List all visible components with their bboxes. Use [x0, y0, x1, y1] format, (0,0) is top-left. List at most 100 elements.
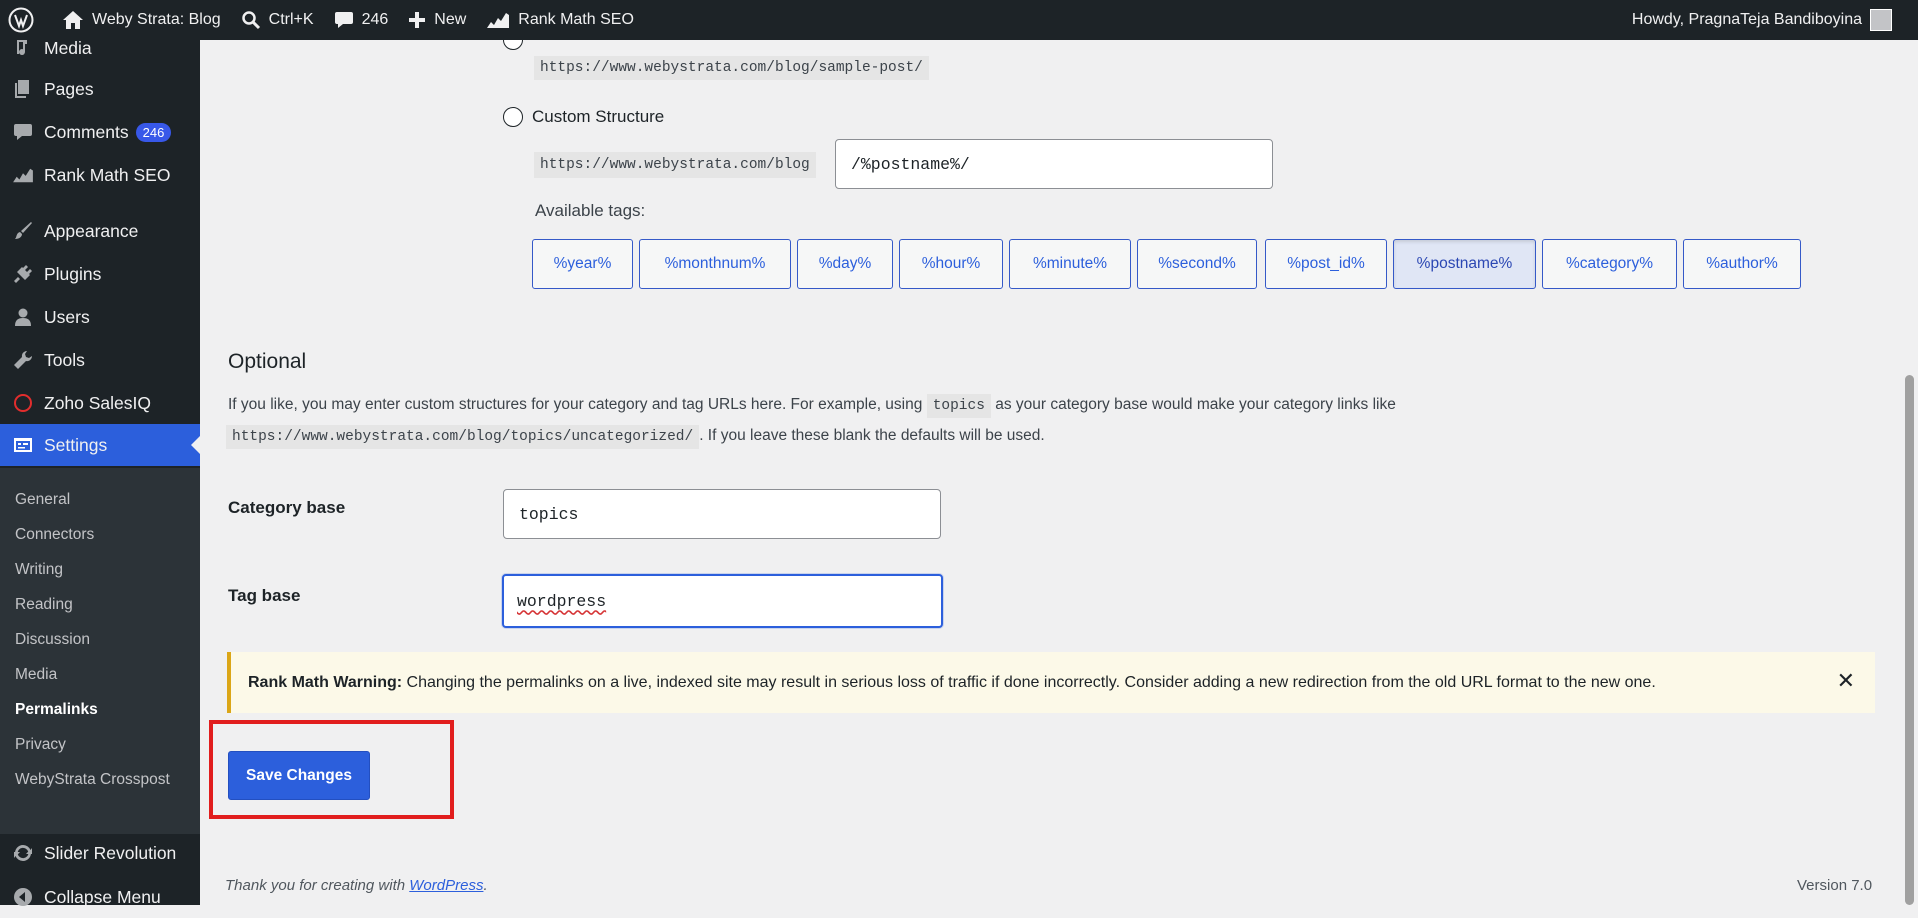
comments-icon [12, 121, 34, 143]
submenu-media[interactable]: Media [15, 666, 57, 684]
refresh-icon [12, 842, 34, 864]
footer-version: Version 7.0 [1797, 877, 1873, 894]
tag-hour-button[interactable]: %hour% [899, 239, 1003, 289]
tag-postname-button[interactable]: %postname% [1393, 239, 1536, 289]
footer-thanks: Thank you for creating with WordPress. [225, 877, 488, 894]
settings-icon [12, 434, 34, 456]
footer-thanks-suffix: . [483, 877, 488, 894]
wrench-icon [12, 349, 34, 371]
comments-badge: 246 [135, 122, 172, 142]
menu-item-appearance[interactable]: Appearance [0, 210, 200, 252]
optional-desc-part2: as your category base would make your ca… [995, 396, 1396, 413]
highlight-box [209, 720, 454, 819]
menu-label-appearance: Appearance [44, 220, 139, 241]
tag-monthnum-button[interactable]: %monthnum% [639, 239, 791, 289]
category-base-input[interactable]: topics [503, 489, 941, 539]
menu-item-settings[interactable]: Settings [0, 424, 200, 466]
main-content: https://www.webystrata.com/blog/sample-p… [200, 30, 1900, 905]
tag-post-id-button[interactable]: %post_id% [1265, 239, 1387, 289]
submenu-permalinks[interactable]: Permalinks [15, 701, 98, 719]
comments-link[interactable]: 246 [324, 0, 399, 40]
collapse-menu-button[interactable]: Collapse Menu [0, 876, 200, 918]
tag-category-button[interactable]: %category% [1542, 239, 1677, 289]
available-tags-label: Available tags: [535, 201, 646, 220]
menu-label-pages: Pages [44, 78, 94, 99]
menu-label-settings: Settings [44, 434, 108, 455]
menu-label-slider-revolution: Slider Revolution [44, 842, 177, 863]
tag-day-button[interactable]: %day% [797, 239, 893, 289]
tag-base-label: Tag base [228, 586, 301, 605]
site-name-link[interactable]: Weby Strata: Blog [52, 0, 231, 40]
wordpress-logo-icon [8, 7, 34, 33]
new-content-button[interactable]: New [398, 0, 476, 40]
custom-structure-value: /%postname%/ [851, 154, 970, 174]
optional-description: If you like, you may enter custom struct… [226, 390, 1728, 452]
rankmath-menu-icon [12, 164, 34, 186]
rankmath-warning-notice: Rank Math Warning: Changing the permalin… [227, 652, 1875, 713]
page-scrollbar[interactable] [1900, 40, 1918, 905]
plug-icon [12, 263, 34, 285]
wordpress-logo-button[interactable] [0, 0, 52, 40]
menu-item-rankmath[interactable]: Rank Math SEO [0, 154, 200, 196]
submenu-connectors[interactable]: Connectors [15, 526, 94, 544]
tag-base-input[interactable]: wordpress [502, 574, 943, 628]
menu-item-comments[interactable]: Comments 246 [0, 111, 200, 153]
menu-label-comments: Comments [44, 121, 129, 142]
tag-minute-button[interactable]: %minute% [1009, 239, 1131, 289]
pages-icon [12, 78, 34, 100]
rankmath-adminbar-link[interactable]: Rank Math SEO [476, 0, 644, 40]
optional-code-url: https://www.webystrata.com/blog/topics/u… [226, 425, 700, 449]
search-shortcut-button[interactable]: Ctrl+K [231, 0, 324, 40]
optional-heading: Optional [228, 350, 307, 373]
site-name: Weby Strata: Blog [92, 11, 221, 28]
search-shortcut-label: Ctrl+K [268, 11, 314, 28]
menu-label-users: Users [44, 306, 90, 327]
tag-base-value: wordpress [517, 591, 607, 611]
menu-label-zoho: Zoho SalesIQ [44, 392, 151, 413]
custom-structure-input[interactable]: /%postname%/ [835, 139, 1273, 189]
zoho-icon [12, 392, 34, 414]
menu-label-plugins: Plugins [44, 263, 102, 284]
settings-submenu: General Connectors Writing Reading Discu… [0, 468, 200, 834]
wordpress-link[interactable]: WordPress [409, 877, 483, 894]
optional-desc-part1: If you like, you may enter custom struct… [228, 396, 923, 413]
tag-year-button[interactable]: %year% [532, 239, 633, 289]
menu-label-media: Media [44, 37, 92, 58]
admin-sidebar: Media Pages Comments 246 Rank Math SEO A… [0, 37, 200, 907]
comments-count: 246 [361, 11, 389, 28]
dismiss-close-icon[interactable]: ✕ [1837, 668, 1855, 694]
optional-desc-part3: . If you leave these blank the defaults … [699, 427, 1045, 444]
footer-thanks-prefix: Thank you for creating with [225, 877, 406, 894]
rankmath-icon [487, 13, 510, 28]
radio-custom-structure[interactable] [503, 107, 523, 127]
avatar [1870, 9, 1892, 31]
custom-structure-prefix: https://www.webystrata.com/blog [534, 152, 816, 178]
submenu-privacy[interactable]: Privacy [15, 736, 66, 754]
warning-text-wrap: Rank Math Warning: Changing the permalin… [231, 674, 1656, 692]
brush-icon [12, 220, 34, 242]
menu-item-slider-revolution[interactable]: Slider Revolution [0, 832, 200, 874]
comment-bubble-icon [334, 12, 353, 28]
menu-label-tools: Tools [44, 349, 85, 370]
tag-author-button[interactable]: %author% [1683, 239, 1801, 289]
custom-structure-label: Custom Structure [532, 107, 665, 126]
menu-item-tools[interactable]: Tools [0, 339, 200, 381]
rankmath-label: Rank Math SEO [518, 11, 634, 28]
submenu-discussion[interactable]: Discussion [15, 631, 90, 649]
menu-item-plugins[interactable]: Plugins [0, 253, 200, 295]
new-label: New [434, 11, 467, 28]
menu-item-zoho[interactable]: Zoho SalesIQ [0, 382, 200, 424]
menu-item-users[interactable]: Users [0, 296, 200, 338]
menu-item-pages[interactable]: Pages [0, 68, 200, 110]
scrollbar-thumb[interactable] [1905, 375, 1914, 905]
sample-url: https://www.webystrata.com/blog/sample-p… [534, 56, 929, 80]
submenu-reading[interactable]: Reading [15, 596, 73, 614]
account-menu[interactable]: Howdy, PragnaTeja Bandiboyina [1622, 0, 1918, 40]
menu-label-rankmath: Rank Math SEO [44, 164, 171, 185]
submenu-general[interactable]: General [15, 491, 70, 509]
admin-bar: Weby Strata: Blog Ctrl+K 246 New Rank Ma… [0, 0, 1918, 40]
media-icon [12, 37, 34, 59]
tag-second-button[interactable]: %second% [1137, 239, 1257, 289]
submenu-writing[interactable]: Writing [15, 561, 63, 579]
submenu-webystrata-crosspost[interactable]: WebyStrata Crosspost [15, 771, 170, 789]
